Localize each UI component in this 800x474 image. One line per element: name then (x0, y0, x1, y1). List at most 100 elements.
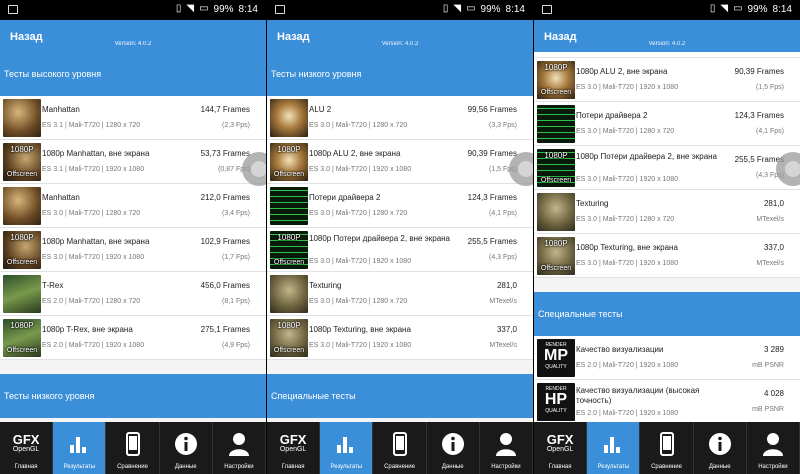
score-value: 102,9 Frames (200, 237, 250, 246)
test-name: Качество визуализации (высокая точность) (576, 386, 700, 405)
gfx-logo-bottom: OpenGL (279, 446, 307, 453)
results-list[interactable]: Тесты низкого уровня ALU 2 ES 3.0 | Mali-T… (267, 52, 533, 422)
version-label: Version: 4.0.2 (114, 41, 152, 47)
score-secondary: (4,9 Fps) (221, 342, 250, 349)
battery-percent: 99% (480, 3, 501, 15)
score-secondary: MTexel/s (489, 342, 517, 349)
gfx-opengl-logo: GFX OpenGL (0, 431, 52, 457)
result-row[interactable]: ALU 2 ES 3.0 | Mali-T720 | 1280 x 720 99,5… (267, 96, 533, 140)
nav-item-compare[interactable]: Сравнение (640, 422, 694, 474)
result-row[interactable]: 1080P Offscreen 1080p Texturing, вне экран… (534, 234, 800, 278)
test-name: ALU 2 (309, 105, 332, 114)
result-row[interactable]: 1080P Offscreen 1080p Manhattan, вне экран… (0, 228, 266, 272)
result-row[interactable]: 1080P Offscreen 1080p ALU 2, вне экрана ES … (267, 140, 533, 184)
nav-item-home[interactable]: GFX OpenGL Главная (267, 422, 321, 474)
version-label: Version: 4.0.2 (381, 41, 419, 47)
nav-label: Результаты (63, 464, 96, 470)
test-config: ES 3.0 | Mali-T720 | 1280 x 720 (309, 298, 408, 305)
score-secondary: (1,7 Fps) (221, 254, 250, 261)
gfx-opengl-logo: GFX OpenGL (267, 431, 319, 457)
thumb-resolution-tag: 1080P (10, 321, 34, 330)
wifi-icon: ◥ (186, 3, 195, 14)
test-name: Потери драйвера 2 (309, 193, 381, 202)
nav-item-compare[interactable]: Сравнение (106, 422, 160, 474)
nav-item-results[interactable]: Результаты (587, 422, 641, 474)
result-row[interactable]: Texturing ES 3.0 | Mali-T720 | 1280 x 720… (267, 272, 533, 316)
nav-item-results[interactable]: Результаты (53, 422, 107, 474)
thumb-resolution-tag: 1080P (10, 145, 34, 154)
gfx-logo-bottom: OpenGL (546, 446, 574, 453)
nav-item-settings[interactable]: Настройки (213, 422, 266, 474)
status-right: ▯ ◥ ▭ 99% 8:14 (710, 3, 792, 15)
thumb-offscreen-tag: Offscreen (273, 259, 305, 266)
result-row[interactable]: Потери драйвера 2 ES 3.0 | Mali-T720 | 12… (534, 102, 800, 146)
test-name: 1080p Потери драйвера 2, вне экрана (309, 234, 451, 243)
render-quality-badge: RENDER HP QUALITY (537, 383, 575, 421)
nav-item-results[interactable]: Результаты (320, 422, 374, 474)
status-right: ▯ ◥ ▭ 99% 8:14 (176, 3, 258, 15)
score-value: 275,1 Frames (200, 325, 250, 334)
result-row[interactable]: Texturing ES 3.0 | Mali-T720 | 1280 x 720… (534, 190, 800, 234)
score-secondary: (4,1 Fps) (755, 128, 784, 135)
result-row[interactable]: RENDER HP QUALITY Качество визуализации (вы… (534, 380, 800, 422)
nav-item-data[interactable]: Данные (427, 422, 480, 474)
result-row[interactable]: Потери драйвера 2 ES 3.0 | Mali-T720 | 12… (267, 184, 533, 228)
score-secondary: (1,5 Fps) (755, 84, 784, 91)
version-label: Version: 4.0.2 (648, 41, 686, 47)
score-secondary: (3,4 Fps) (221, 210, 250, 217)
test-config: ES 3.0 | Mali-T720 | 1920 x 1080 (576, 84, 679, 91)
badge-mid: HP (544, 391, 568, 408)
phone-icon (640, 431, 692, 457)
result-row[interactable]: 1080P Offscreen 1080p Texturing, вне экран… (267, 316, 533, 360)
nav-label: Результаты (597, 464, 630, 470)
section-header-special: Специальные тесты (534, 292, 800, 336)
app-bar: Назад Version: 4.0.2 (267, 20, 533, 52)
result-row[interactable]: 1080P Offscreen 1080p T-Rex, вне экрана ES … (0, 316, 266, 360)
bottom-nav: GFX OpenGL Главная Результаты Сравнение Данны… (0, 422, 266, 474)
nav-label: Главная (281, 464, 305, 470)
benchmark-thumbnail: 1080P Offscreen (3, 143, 41, 181)
result-row[interactable]: 1080P Offscreen 1080p ALU 2, вне экрана ES … (534, 58, 800, 102)
thumb-offscreen-tag: Offscreen (540, 265, 572, 272)
result-row[interactable]: 1080P Offscreen 1080p Manhattan, вне экран… (0, 140, 266, 184)
status-bar: ▯ ◥ ▭ 99% 8:14 (534, 0, 800, 20)
result-row[interactable]: 1080P Offscreen 1080p Потери драйвера 2, в… (267, 228, 533, 272)
nav-item-home[interactable]: GFX OpenGL Главная (0, 422, 54, 474)
result-row[interactable]: T-Rex ES 2.0 | Mali-T720 | 1280 x 720 456,… (0, 272, 266, 316)
result-row[interactable]: Manhattan ES 3.1 | Mali-T720 | 1280 x 720… (0, 96, 266, 140)
test-name: Потери драйвера 2 (576, 111, 648, 120)
nav-item-data[interactable]: Данные (160, 422, 213, 474)
clock: 8:14 (238, 3, 258, 15)
result-row[interactable]: RENDER MP QUALITY Качество визуализации ES 2… (534, 336, 800, 380)
screenshot-root: ▯ ◥ ▭ 99% 8:14 Назад Version: 4.0.2 Тесты высок… (0, 0, 800, 474)
user-icon (747, 431, 799, 457)
nav-item-settings[interactable]: Настройки (747, 422, 800, 474)
section-header-special: Специальные тесты (267, 374, 533, 418)
nav-item-home[interactable]: GFX OpenGL Главная (534, 422, 588, 474)
score-secondary: MTexel/s (489, 298, 517, 305)
nav-item-compare[interactable]: Сравнение (373, 422, 427, 474)
results-list[interactable]: Тесты высокого уровня Manhattan ES 3.1 | M… (0, 52, 266, 422)
battery-percent: 99% (747, 3, 768, 15)
nav-item-settings[interactable]: Настройки (480, 422, 533, 474)
score-value: 255,5 Frames (467, 237, 517, 246)
nav-label: Главная (14, 464, 38, 470)
nav-label: Данные (441, 464, 464, 470)
result-row[interactable]: 1080P Offscreen 1080p Потери драйвера 2, в… (534, 146, 800, 190)
section-header-low: Тесты низкого уровня (267, 52, 533, 96)
nav-item-data[interactable]: Данные (694, 422, 747, 474)
score-value: 144,7 Frames (200, 105, 250, 114)
nav-label: Данные (708, 464, 731, 470)
thumb-offscreen-tag: Offscreen (540, 89, 572, 96)
test-config: ES 2.0 | Mali-T720 | 1920 x 1080 (576, 362, 679, 369)
results-list[interactable]: 1080P Offscreen 1080p ALU 2, вне экрана ES … (534, 52, 800, 422)
result-row[interactable]: Manhattan ES 3.0 | Mali-T720 | 1280 x 720… (0, 184, 266, 228)
score-secondary: (4,1 Fps) (488, 210, 517, 217)
score-value: 90,39 Frames (734, 67, 784, 76)
score-value: 4 028 (763, 389, 784, 398)
test-config: ES 3.0 | Mali-T720 | 1280 x 720 (42, 210, 141, 217)
nav-label: Данные (174, 464, 197, 470)
status-right: ▯ ◥ ▭ 99% 8:14 (443, 3, 525, 15)
bottom-nav: GFX OpenGL Главная Результаты Сравнение Данны… (267, 422, 533, 474)
phone-icon (106, 431, 158, 457)
